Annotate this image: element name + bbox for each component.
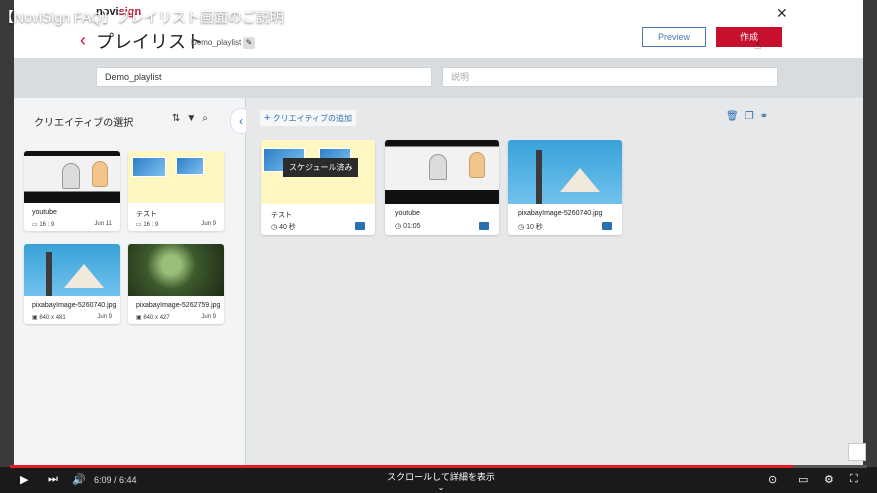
youtube-thumbnail (385, 140, 499, 204)
playlist-fields: Demo_playlist 説明 (14, 58, 863, 98)
card-meta: ▣ 640 x 481 (32, 315, 66, 321)
schedule-icon[interactable] (479, 222, 489, 230)
share-icon[interactable]: ➦ (843, 9, 865, 25)
creative-card[interactable]: youtube ▭ 16 : 9 Jun 11 (24, 151, 120, 231)
panel-tools: ⇅▼⌕ (172, 113, 214, 124)
item-name: pixabayImage-5260740.jpg (518, 210, 603, 217)
test-thumbnail (128, 151, 224, 203)
item-name: テスト (271, 212, 292, 219)
playlist-item[interactable]: youtube ◷ 01:05 (385, 140, 499, 235)
channel-watermark[interactable] (848, 443, 866, 461)
schedule-icon[interactable] (355, 222, 365, 230)
card-date: Jun 9 (201, 314, 216, 320)
fullscreen-icon[interactable]: ⛶ (850, 473, 858, 486)
volume-icon[interactable]: 🔊 (72, 473, 86, 486)
autoplay-toggle-icon[interactable]: ⊙ (768, 473, 777, 486)
video-top-actions: ◷➦ (821, 9, 865, 26)
playlist-item[interactable]: スケジュール済み テスト ◷ 40 秒 (261, 140, 375, 235)
sort-icon[interactable]: ⇅ (172, 113, 186, 124)
delete-icon[interactable]: 🗑 (726, 111, 745, 122)
card-name: youtube (32, 209, 57, 216)
item-duration: ◷ 10 秒 (518, 224, 543, 231)
playlist-item[interactable]: pixabayImage-5260740.jpg ◷ 10 秒 (508, 140, 622, 235)
group-icon[interactable]: ⚭ (760, 111, 774, 122)
settings-icon[interactable]: ⚙ (824, 473, 834, 486)
filter-icon[interactable]: ▼ (186, 113, 202, 124)
preview-button[interactable]: Preview (642, 27, 706, 47)
playlist-app: novisign ‹ プレイリスト Demo_playlist * ✎ Prev… (14, 0, 863, 467)
scroll-hint[interactable]: スクロールして詳細を表示 ⌄ (386, 470, 496, 492)
card-name: pixabayImage-5260740.jpg (32, 302, 117, 309)
captions-icon[interactable]: ▭ (798, 473, 808, 486)
edit-icon[interactable]: ✎ (243, 37, 255, 49)
playlist-name: Demo_playlist * (191, 38, 247, 47)
card-meta: ▭ 16 : 9 (136, 222, 159, 228)
item-duration: ◷ 40 秒 (271, 224, 296, 231)
watch-later-icon[interactable]: ◷ (821, 9, 843, 25)
close-icon[interactable]: ✕ (776, 5, 788, 22)
card-date: Jun 11 (94, 221, 112, 227)
item-name: youtube (395, 210, 420, 217)
creative-card[interactable]: テスト ▭ 16 : 9 Jun 9 (128, 151, 224, 231)
video-progress-bar[interactable] (10, 465, 867, 468)
playlist-contents-panel: + クリエイティブの追加 🗑❐⚭ スケジュール済み テスト ◷ 40 秒 you… (246, 98, 863, 467)
card-meta: ▣ 640 x 427 (136, 315, 170, 321)
creative-selection-panel: クリエイティブの選択 ⇅▼⌕ ‹ youtube ▭ 16 : 9 Jun 11… (14, 98, 252, 467)
page-title: プレイリスト (96, 32, 204, 52)
creative-card[interactable]: pixabayImage-5260740.jpg ▣ 640 x 481 Jun… (24, 244, 120, 324)
pointer-cursor-icon: ☝ (754, 38, 762, 52)
schedule-icon[interactable] (602, 222, 612, 230)
butterfly-thumbnail (128, 244, 224, 296)
youtube-thumbnail (24, 151, 120, 203)
creative-card[interactable]: pixabayImage-5262759.jpg ▣ 640 x 427 Jun… (128, 244, 224, 324)
item-duration: ◷ 01:05 (395, 223, 421, 230)
video-title: 【NoviSign FAQ】プレイリスト画面のご説明 (0, 9, 284, 25)
card-date: Jun 9 (97, 314, 112, 320)
description-input[interactable]: 説明 (442, 67, 778, 87)
church-thumbnail (24, 244, 120, 296)
copy-icon[interactable]: ❐ (745, 111, 760, 122)
church-thumbnail (508, 140, 622, 204)
play-icon[interactable]: ▶ (20, 473, 28, 486)
create-button[interactable]: 作成 (716, 27, 782, 47)
back-icon[interactable]: ‹ (80, 30, 86, 51)
playlist-name-input[interactable]: Demo_playlist (96, 67, 432, 87)
playlist-tools: 🗑❐⚭ (726, 111, 774, 122)
search-icon[interactable]: ⌕ (202, 113, 214, 124)
card-meta: ▭ 16 : 9 (32, 222, 55, 228)
video-time: 6:09 / 6:44 (94, 475, 137, 485)
add-creative-button[interactable]: + クリエイティブの追加 (260, 110, 357, 126)
card-name: pixabayImage-5262759.jpg (136, 302, 221, 309)
panel-title: クリエイティブの選択 (34, 118, 134, 129)
card-date: Jun 9 (201, 221, 216, 227)
progress-fill (10, 465, 794, 468)
scheduled-tooltip: スケジュール済み (283, 158, 359, 177)
next-icon[interactable]: ⏭ (48, 473, 58, 486)
card-name: テスト (136, 211, 157, 218)
